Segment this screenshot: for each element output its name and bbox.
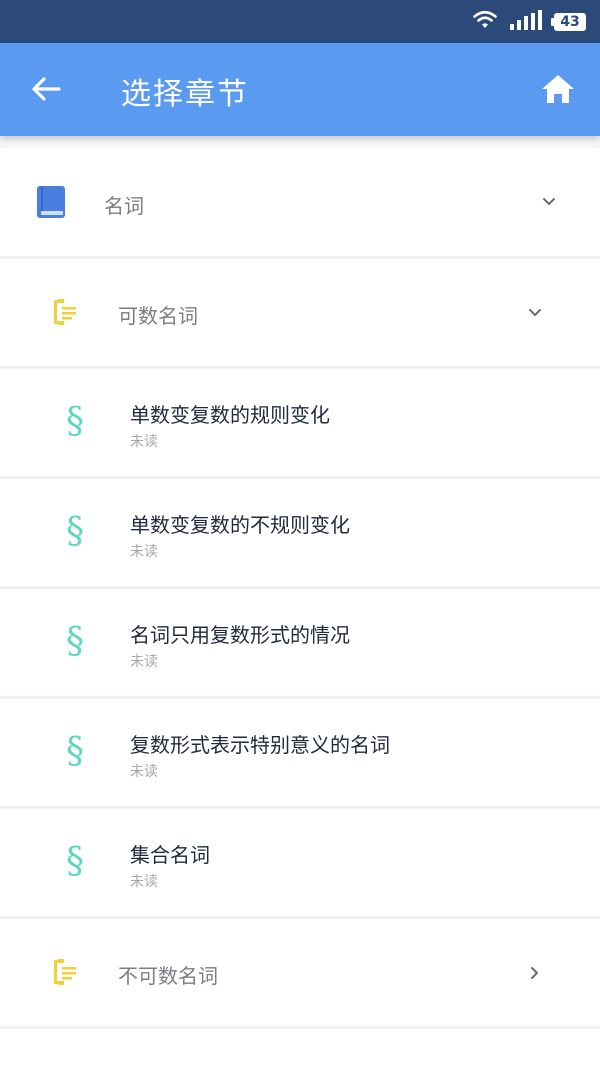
app-bar: 选择章节 [0, 43, 600, 136]
read-status: 未读 [130, 654, 158, 670]
battery-icon: 43 [551, 13, 586, 31]
chapter-list: 名词 可数名词 § 单数变复数的规则变化 未读 § 单数变复数的不规则变化 未读… [0, 148, 600, 1089]
section-label: 可数名词 [118, 304, 198, 328]
list-item[interactable]: § 单数变复数的不规则变化 未读 [0, 479, 600, 589]
chevron-down-icon[interactable] [523, 301, 547, 325]
section-row-uncountable[interactable]: 不可数名词 [0, 919, 600, 1029]
list-item[interactable]: § 名词只用复数形式的情况 未读 [0, 589, 600, 699]
chevron-down-icon[interactable] [537, 190, 561, 214]
section-sign-icon: § [66, 401, 84, 442]
topic-title: 集合名词 [130, 843, 210, 867]
page-title: 选择章节 [121, 77, 249, 112]
signal-icon [510, 10, 542, 34]
section-sign-icon: § [66, 841, 84, 882]
home-button[interactable] [536, 69, 580, 113]
chevron-right-icon[interactable] [523, 961, 547, 985]
topic-title: 单数变复数的不规则变化 [130, 513, 350, 537]
read-status: 未读 [130, 874, 158, 890]
topic-title: 复数形式表示特别意义的名词 [130, 733, 390, 757]
section-row-countable[interactable]: 可数名词 [0, 259, 600, 369]
read-status: 未读 [130, 544, 158, 560]
list-spacer [0, 1029, 600, 1089]
back-button[interactable] [22, 67, 70, 115]
read-status: 未读 [130, 434, 158, 450]
section-sign-icon: § [66, 511, 84, 552]
topic-title: 名词只用复数形式的情况 [130, 623, 350, 647]
chapter-label: 名词 [104, 194, 144, 218]
book-icon [37, 186, 65, 222]
clipboard-icon [52, 297, 78, 331]
clipboard-icon [52, 957, 78, 991]
home-icon [541, 74, 575, 108]
section-label: 不可数名词 [118, 964, 218, 988]
status-bar: 43 [0, 0, 600, 43]
section-sign-icon: § [66, 621, 84, 662]
status-icons: 43 [472, 10, 586, 34]
topic-title: 单数变复数的规则变化 [130, 403, 330, 427]
list-item[interactable]: § 复数形式表示特别意义的名词 未读 [0, 699, 600, 809]
read-status: 未读 [130, 764, 158, 780]
chapter-row[interactable]: 名词 [0, 148, 600, 259]
list-item[interactable]: § 集合名词 未读 [0, 809, 600, 919]
battery-level: 43 [560, 14, 580, 30]
wifi-icon [472, 10, 498, 34]
arrow-left-icon [31, 76, 61, 106]
list-item[interactable]: § 单数变复数的规则变化 未读 [0, 369, 600, 479]
section-sign-icon: § [66, 731, 84, 772]
